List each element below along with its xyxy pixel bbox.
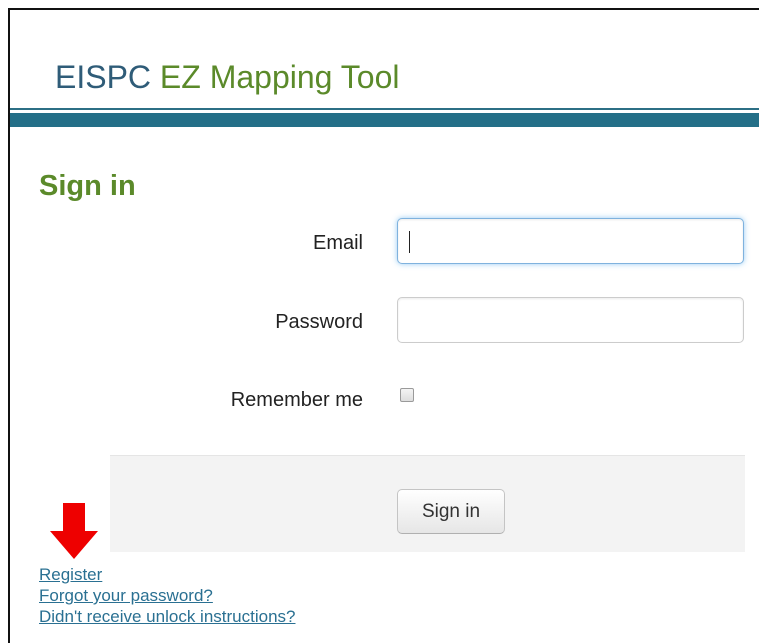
remember-me-checkbox[interactable] [400,388,414,402]
text-cursor [409,231,410,253]
page-title: Sign in [39,170,136,202]
remember-me-label: Remember me [230,389,363,411]
unlock-instructions-link[interactable]: Didn't receive unlock instructions? [39,606,295,627]
auth-links: Register Forgot your password? Didn't re… [39,564,295,627]
app-title-product: EZ Mapping Tool [159,59,400,95]
email-label: Email [312,232,363,254]
register-link[interactable]: Register [39,564,295,585]
header-divider-bar [10,113,759,127]
forgot-password-link[interactable]: Forgot your password? [39,585,295,606]
email-field[interactable] [397,218,744,264]
password-field[interactable] [397,297,744,343]
form-actions: Sign in [110,455,745,552]
down-arrow-icon [50,503,98,559]
app-title-brand: EISPC [55,59,152,95]
header-divider-thin [10,108,759,110]
password-label: Password [275,311,363,333]
sign-in-button[interactable]: Sign in [397,489,505,534]
page-frame: EISPC EZ Mapping Tool Sign in Email Pass… [8,8,759,643]
app-title: EISPC EZ Mapping Tool [55,57,399,97]
